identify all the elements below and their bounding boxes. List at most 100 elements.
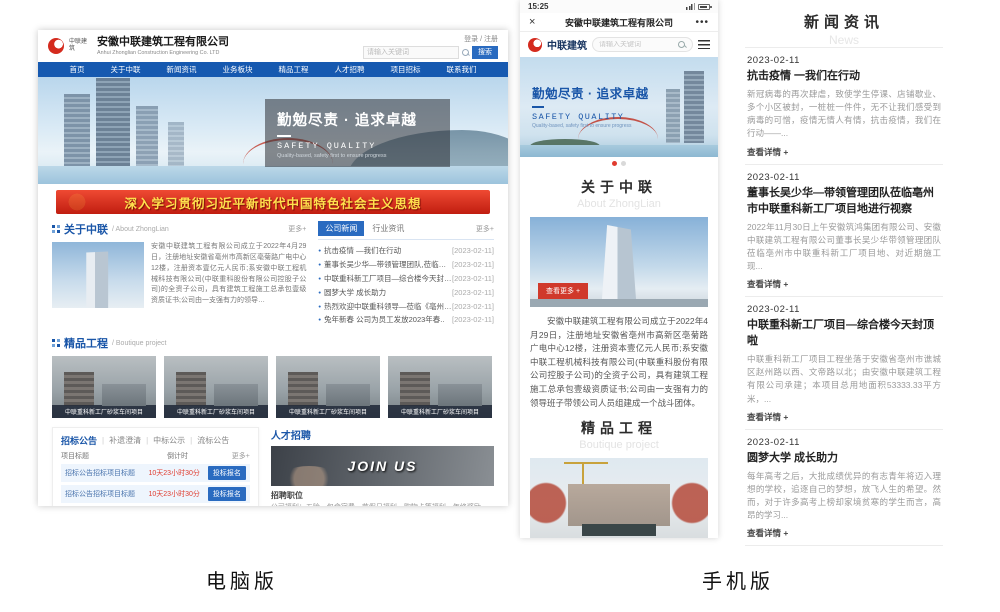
company-name-en: Anhui Zhonglian Construction Engineering… — [97, 50, 219, 55]
news-list-item[interactable]: • 中联重科新工厂项目—综合楼今天封顶啦 [2023-02-11] — [318, 272, 494, 286]
news-feed-item[interactable]: 2023-02-11 中联重科新工厂项目—综合楼今天封顶啦 中联重科新工厂项目工… — [745, 296, 943, 429]
detail-link[interactable]: 查看详情 + — [747, 278, 941, 290]
news-more-link[interactable]: 更多+ — [476, 224, 494, 234]
bullet: • — [318, 313, 321, 327]
carousel-dot[interactable] — [621, 161, 626, 166]
news-list-item[interactable]: • 董事长吴少华—带领管理团队,莅临亳州市.. [2023-02-11] — [318, 258, 494, 272]
project-card[interactable]: 中联重科新工厂砂浆车间项目 — [388, 356, 492, 418]
red-tree — [670, 476, 708, 530]
hero-slogan-box: 勤勉尽责 · 追求卓越 SAFETY QUALITY Quality-based… — [265, 99, 450, 167]
nav-item-business[interactable]: 业务板块 — [223, 64, 253, 75]
nav-item-bidding[interactable]: 项目招标 — [391, 64, 421, 75]
detail-link[interactable]: 查看详情 + — [747, 411, 941, 423]
bid-signup-button[interactable]: 投标报名 — [208, 466, 246, 480]
desktop-version-label: 电脑版 — [206, 565, 278, 594]
mobile-hero-banner[interactable]: 勤勉尽责 · 追求卓越 SAFETY QUALITY Quality-based… — [520, 57, 718, 157]
tab-bid-failed[interactable]: 流标公告 — [197, 435, 229, 446]
news-feed-item[interactable]: 2023-02-11 抗击疫情 一我们在行动 新冠病毒的再次肆虐，致使学生停课、… — [745, 47, 943, 164]
news-list-item[interactable]: • 兔年新春 公司为员工发放2023年春.. [2023-02-11] — [318, 313, 494, 327]
bullet: • — [318, 244, 321, 258]
hamburger-menu-icon[interactable] — [698, 40, 710, 49]
hero-building — [168, 122, 184, 166]
detail-link[interactable]: 查看详情 + — [747, 146, 941, 158]
nav-item-about[interactable]: 关于中联 — [111, 64, 141, 75]
nav-item-contact[interactable]: 联系我们 — [447, 64, 477, 75]
desktop-header: 中联建筑 安徽中联建筑工程有限公司 Anhui Zhonglian Constr… — [38, 30, 508, 62]
news-feed-item[interactable]: 2023-02-11 董事长吴少华—带领管理团队莅临亳州市中联重科新工厂项目地进… — [745, 164, 943, 297]
about-title: 关于中联 — [64, 221, 108, 237]
mobile-search-input[interactable] — [599, 41, 678, 48]
mobile-hero-slogan: 勤勉尽责 · 追求卓越 — [532, 83, 649, 102]
mobile-about-photo[interactable]: 查看更多 + — [530, 217, 708, 307]
signal-icon — [686, 3, 695, 10]
tab-bid-addendum[interactable]: 补遗澄清 — [109, 435, 141, 446]
recruit-title: 人才招聘 — [271, 427, 494, 442]
login-register-link[interactable]: 登录 / 注册 — [464, 34, 498, 44]
bid-signup-button[interactable]: 投标报名 — [208, 487, 246, 501]
news-list-item[interactable]: • 圆梦大学 成长助力 [2023-02-11] — [318, 286, 494, 300]
close-icon[interactable]: × — [529, 16, 559, 28]
building-base — [530, 299, 708, 307]
mobile-hero-subtext: Quality-based, safety first to ensure pr… — [532, 123, 649, 129]
gate-building — [568, 484, 670, 526]
comparison-canvas: 中联建筑 安徽中联建筑工程有限公司 Anhui Zhonglian Constr… — [0, 0, 1000, 612]
news-feed-item[interactable]: 2023-02-11 圆梦大学 成长助力 每年高考之后，大批成绩优异的有志青年将… — [745, 429, 943, 546]
hero-building — [64, 94, 90, 166]
bid-row[interactable]: 招标公告招标项目标题 10天23小时30分 投标报名 — [61, 485, 250, 503]
tab-industry-news[interactable]: 行业资讯 — [372, 223, 404, 234]
status-bar: 15:25 — [520, 0, 718, 13]
crane-shape — [564, 462, 608, 464]
more-options-icon[interactable]: ••• — [679, 17, 709, 28]
about-building-photo[interactable] — [52, 242, 144, 308]
project-card[interactable]: 中联重科新工厂砂浆车间项目 — [276, 356, 380, 418]
mobile-version-label: 手机版 — [702, 565, 774, 594]
mobile-logo-text: 中联建筑 — [547, 37, 587, 52]
project-card[interactable]: 中联重科新工厂砂浆车间项目 — [164, 356, 268, 418]
news-list-item[interactable]: • 热烈欢迎中联重科领导—莅临《亳州市中.. [2023-02-11] — [318, 300, 494, 314]
zhonglian-logo-icon — [528, 38, 542, 52]
logo-caption: 中联建筑 — [69, 39, 91, 52]
search-icon — [678, 41, 686, 49]
about-more-link[interactable]: 更多+ — [288, 224, 306, 234]
hero-building — [96, 78, 130, 166]
hero-building — [684, 71, 704, 143]
news-list-item[interactable]: • 抗击疫情 —我们在行动 [2023-02-11] — [318, 244, 494, 258]
nav-item-recruit[interactable]: 人才招聘 — [335, 64, 365, 75]
mobile-about-text: 安徽中联建筑工程有限公司成立于2022年4月29日，注册地址安徽省亳州市高新区亳… — [530, 315, 708, 410]
news-feed-item[interactable]: 2023-02-11 热烈欢迎中联重科领导—莅临《亳州市中联重科新工厂项目》视察… — [745, 545, 943, 553]
hero-water — [520, 145, 718, 157]
search-icon — [462, 49, 469, 56]
project-card[interactable]: 中联重科新工厂砂浆车间项目 — [52, 356, 156, 418]
join-us-banner[interactable]: JOIN US — [271, 446, 494, 486]
battery-icon — [698, 4, 710, 10]
tab-company-news[interactable]: 公司新闻 — [318, 221, 364, 236]
building-shape — [602, 225, 636, 299]
hero-banner[interactable]: 勤勉尽责 · 追求卓越 SAFETY QUALITY Quality-based… — [38, 77, 508, 184]
wechat-page-title: 安徽中联建筑工程有限公司 — [559, 16, 679, 29]
search-input[interactable] — [363, 46, 459, 59]
section-grid-icon — [52, 339, 60, 347]
about-text: 安徽中联建筑工程有限公司成立于2022年4月29日，注册地址安徽省亳州市高新区亳… — [151, 242, 306, 308]
hero-dash — [277, 135, 291, 137]
nav-item-projects[interactable]: 精品工程 — [279, 64, 309, 75]
mobile-project-slide[interactable]: ‹ 西湖水岸项目 › — [530, 458, 708, 538]
mobile-news-feed: 新闻资讯 News 2023-02-11 抗击疫情 一我们在行动 新冠病毒的再次… — [745, 5, 943, 553]
company-name: 安徽中联建筑工程有限公司 — [97, 36, 233, 49]
nav-item-home[interactable]: 首页 — [70, 64, 85, 75]
bid-row[interactable]: 招标公告招标项目标题 10天23小时30分 投标报名 — [61, 464, 250, 482]
nav-item-news[interactable]: 新闻资讯 — [167, 64, 197, 75]
bullet: • — [318, 258, 321, 272]
carousel-dot-active[interactable] — [612, 161, 617, 166]
theme-banner[interactable]: 深入学习贯彻习近平新时代中国特色社会主义思想 — [56, 190, 490, 214]
search-button[interactable]: 搜索 — [472, 46, 498, 59]
mobile-search-box[interactable] — [592, 37, 693, 52]
recruit-section: 人才招聘 JOIN US 招聘职位 公司福利：五险、包食宿费、节假日福利、购物卡… — [271, 427, 494, 506]
detail-link[interactable]: 查看详情 + — [747, 527, 941, 539]
tab-bid-winner[interactable]: 中标公示 — [153, 435, 185, 446]
hero-subtitle: SAFETY QUALITY — [277, 141, 438, 151]
about-title-en: / About ZhongLian — [112, 226, 169, 233]
bid-more-link[interactable]: 更多+ — [232, 451, 250, 461]
mobile-hero-subtitle: SAFETY QUALITY — [532, 112, 649, 122]
view-more-button[interactable]: 查看更多 + — [538, 283, 588, 299]
tab-bid-announcement[interactable]: 招标公告 — [61, 434, 97, 447]
